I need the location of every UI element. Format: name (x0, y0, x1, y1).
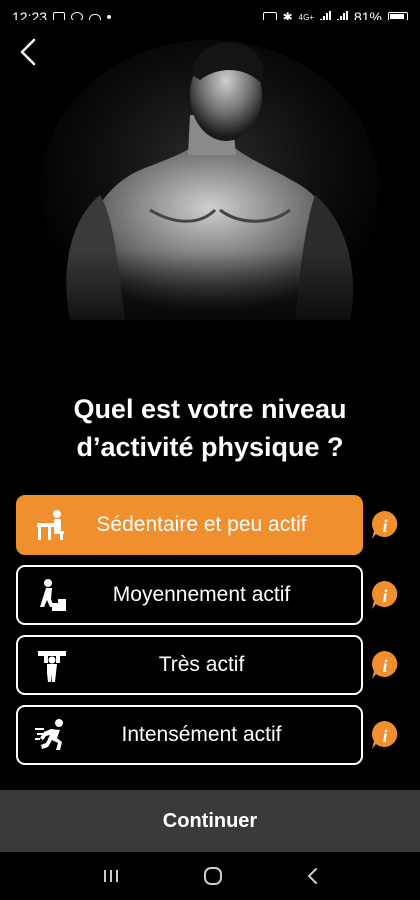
option-label: Sédentaire et peu actif (96, 513, 307, 536)
desk-person-icon (32, 505, 72, 545)
option-row-intense: Intensément actif i (16, 705, 406, 765)
continue-button[interactable]: Continuer (0, 790, 420, 852)
lifting-person-icon (32, 645, 72, 685)
title-line-1: Quel est votre niveau (73, 394, 347, 424)
home-icon[interactable] (202, 865, 224, 887)
title-line-2: d’activité physique ? (76, 432, 344, 462)
info-icon[interactable]: i (369, 579, 401, 611)
svg-text:i: i (382, 656, 387, 676)
option-label: Moyennement actif (112, 583, 291, 606)
option-row-moderate: Moyennement actif i (16, 565, 406, 625)
option-label: Intensément actif (121, 723, 282, 746)
info-icon[interactable]: i (369, 509, 401, 541)
info-icon[interactable]: i (369, 719, 401, 751)
svg-text:i: i (382, 586, 387, 606)
svg-text:i: i (382, 516, 387, 536)
option-intense[interactable]: Intensément actif (16, 705, 363, 765)
running-person-icon (32, 715, 72, 755)
recent-apps-icon[interactable] (101, 867, 121, 885)
option-label: Très actif (158, 653, 245, 676)
back-button[interactable] (14, 38, 42, 66)
info-icon[interactable]: i (369, 649, 401, 681)
option-very-active[interactable]: Très actif (16, 635, 363, 695)
notification-dot-icon (107, 15, 112, 19)
hero-image (0, 20, 420, 350)
option-row-very-active: Très actif i (16, 635, 406, 695)
option-moderate[interactable]: Moyennement actif (16, 565, 363, 625)
system-nav-bar (0, 852, 420, 900)
stairs-person-icon (32, 575, 72, 615)
chevron-left-icon (20, 38, 36, 66)
svg-text:i: i (382, 726, 387, 746)
continue-label: Continuer (162, 809, 258, 832)
page-title: Quel est votre niveau d’activité physiqu… (20, 390, 400, 466)
option-sedentary[interactable]: Sédentaire et peu actif (16, 495, 363, 555)
option-row-sedentary: Sédentaire et peu actif i (16, 495, 406, 555)
back-nav-icon[interactable] (305, 866, 319, 886)
activity-options: Sédentaire et peu actif i Moyennement ac… (16, 495, 406, 775)
